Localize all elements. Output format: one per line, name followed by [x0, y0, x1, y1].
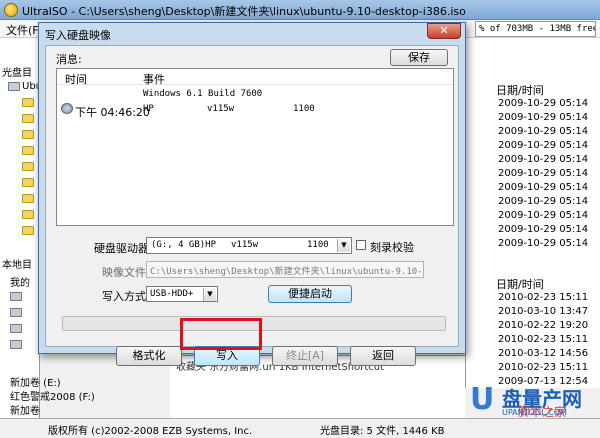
write-disk-image-dialog: 写入硬盘映像 ✕ 消息: 保存 时间 事件 Windows 6.1 Build … [38, 22, 466, 366]
stop-button[interactable]: 终止[A] [272, 346, 338, 366]
status-bar: 版权所有 (c)2002-2008 EZB Systems, Inc. 光盘目录… [0, 418, 600, 438]
write-method-value: USB-HDD+ [150, 289, 194, 299]
folder-icon[interactable] [22, 98, 34, 107]
watermark-url: UPANTOOL.COM [502, 408, 567, 417]
chevron-down-icon[interactable]: ▼ [337, 239, 350, 252]
copyright-text: 版权所有 (c)2002-2008 EZB Systems, Inc. [48, 426, 253, 437]
image-file-label: 映像文件: [102, 266, 150, 279]
date-cell: 2009-10-29 05:14 [498, 224, 589, 235]
folder-icon[interactable] [22, 226, 34, 235]
drive-select-value: (G:, 4 GB)HP [151, 240, 217, 250]
title-bar: UltraISO - C:\Users\sheng\Desktop\新建文件夹\… [0, 0, 600, 20]
date-cell: 2010-02-22 19:20 [498, 320, 589, 331]
close-icon[interactable]: ✕ [427, 23, 461, 39]
message-model: v115w [207, 104, 235, 114]
image-file-field[interactable]: C:\Users\sheng\Desktop\新建文件夹\linux\ubunt… [146, 261, 424, 278]
date-cell: 2009-10-29 05:14 [498, 182, 589, 193]
verify-checkbox[interactable] [356, 240, 366, 250]
date-cell: 2009-10-29 05:14 [498, 140, 589, 151]
local-dir-label: 本地目 [2, 260, 32, 271]
disc-dir-label: 光盘目 [2, 68, 32, 79]
message-time: 下午 04:46:20 [75, 106, 150, 119]
folder-icon[interactable] [22, 178, 34, 187]
ultraiso-window: UltraISO - C:\Users\sheng\Desktop\新建文件夹\… [0, 0, 600, 438]
watermark-logo: U 盘量产网 脚本之家 UPANTOOL.COM [470, 382, 600, 420]
date-cell: 2009-10-29 05:14 [498, 210, 589, 221]
drive-icon[interactable] [10, 308, 22, 317]
drive-icon[interactable] [10, 340, 22, 349]
column-time[interactable]: 时间 [65, 71, 87, 87]
verify-label[interactable]: 刻录校验 [370, 239, 414, 255]
drive-label[interactable]: 新加卷 (E:) [10, 374, 61, 389]
date-cell: 2009-10-29 05:14 [498, 238, 589, 249]
drive-label[interactable]: 新加卷 [10, 402, 40, 417]
drive-icon[interactable] [10, 292, 22, 301]
quick-boot-button[interactable]: 便捷启动 [268, 285, 352, 303]
format-button[interactable]: 格式化 [116, 346, 182, 366]
messages-label: 消息: [56, 53, 82, 66]
disc-dir-status: 光盘目录: 5 文件, 1446 KB [320, 426, 445, 437]
message-event: Windows 6.1 Build 7600 [143, 89, 263, 99]
dialog-title: 写入硬盘映像 [45, 29, 111, 42]
drive-icon[interactable] [10, 324, 22, 333]
back-button[interactable]: 返回 [350, 346, 416, 366]
folder-icon[interactable] [22, 130, 34, 139]
folder-icon[interactable] [22, 162, 34, 171]
drive-select[interactable]: (G:, 4 GB)HP v115w 1100 ▼ [146, 237, 352, 254]
folder-icon[interactable] [22, 114, 34, 123]
drive-label: 硬盘驱动器: [94, 242, 153, 255]
write-button-highlight [180, 318, 262, 350]
date-column-header[interactable]: 日期/时间 [496, 82, 544, 98]
message-value: 1100 [293, 104, 315, 114]
ultraiso-app-icon [4, 3, 18, 17]
date-cell: 2010-02-23 15:11 [498, 292, 589, 303]
date-cell: 2010-03-10 13:47 [498, 306, 589, 317]
date-cell: 2010-02-23 15:11 [498, 334, 589, 345]
right-file-pane: 日期/时间 2009-10-29 05:14 2009-10-29 05:14 … [465, 38, 600, 388]
write-method-select[interactable]: USB-HDD+ ▼ [146, 286, 218, 302]
date-column-header[interactable]: 日期/时间 [496, 276, 544, 292]
disc-icon [8, 82, 20, 91]
date-cell: 2010-02-23 15:11 [498, 362, 589, 373]
drive-label[interactable]: 红色警戒2008 (F:) [10, 388, 95, 403]
folder-icon[interactable] [22, 210, 34, 219]
capacity-info: % of 703MB - 13MB free [475, 21, 596, 37]
dialog-body: 消息: 保存 时间 事件 Windows 6.1 Build 7600 下午 0… [45, 45, 459, 366]
local-root-label[interactable]: 我的 [10, 274, 30, 289]
date-cell: 2010-03-12 14:56 [498, 348, 589, 359]
date-cell: 2009-10-29 05:14 [498, 168, 589, 179]
folder-icon[interactable] [22, 194, 34, 203]
date-cell: 2009-10-29 05:14 [498, 98, 589, 109]
message-list-header: 时间 事件 [57, 69, 453, 87]
message-event: HP [143, 104, 154, 114]
date-cell: 2009-10-29 05:14 [498, 196, 589, 207]
drive-select-model: v115w [231, 240, 259, 250]
chevron-down-icon[interactable]: ▼ [203, 288, 216, 301]
window-title: UltraISO - C:\Users\sheng\Desktop\新建文件夹\… [22, 5, 466, 18]
date-cell: 2009-10-29 05:14 [498, 154, 589, 165]
save-button[interactable]: 保存 [390, 49, 448, 66]
date-cell: 2009-10-29 05:14 [498, 126, 589, 137]
drive-select-rev: 1100 [307, 240, 329, 250]
message-list[interactable]: 时间 事件 Windows 6.1 Build 7600 下午 04:46:20… [56, 68, 454, 226]
disk-info-icon [61, 103, 73, 114]
folder-icon[interactable] [22, 146, 34, 155]
column-event[interactable]: 事件 [143, 71, 165, 87]
write-method-label: 写入方式: [102, 290, 150, 303]
date-cell: 2009-10-29 05:14 [498, 112, 589, 123]
watermark-u: U [470, 382, 495, 417]
